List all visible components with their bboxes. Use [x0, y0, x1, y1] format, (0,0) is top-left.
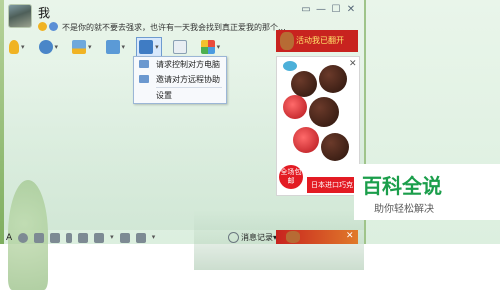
font-icon[interactable]: A — [6, 233, 12, 243]
remote-assist-button[interactable]: ▾ — [136, 37, 162, 57]
clock-icon — [228, 232, 239, 243]
star-icon[interactable] — [38, 22, 47, 31]
chocolate-image — [291, 71, 317, 97]
magic-icon[interactable] — [50, 233, 61, 243]
apps-button[interactable]: ▾ — [198, 37, 224, 57]
scissors-icon[interactable] — [135, 233, 146, 243]
microphone-icon — [9, 40, 19, 54]
contact-signature: 不是你的就不要去强求，也许有一天我会找到真正爱我的那个... — [62, 23, 286, 32]
chevron-down-icon[interactable]: ▾ — [155, 43, 159, 51]
request-control-menu-item[interactable]: 请求控制对方电脑 — [134, 57, 226, 72]
music-icon[interactable] — [119, 233, 130, 243]
remote-desktop-icon — [139, 40, 154, 54]
emoji-icon[interactable] — [18, 233, 29, 243]
settings-menu-item[interactable]: 设置 — [134, 88, 226, 103]
ad-import-label: 日本进口巧克 — [307, 177, 357, 193]
camera-icon — [38, 40, 53, 54]
chocolate-image — [309, 97, 339, 127]
chat-add-icon — [172, 40, 187, 54]
message-history-button[interactable]: 消息记录 ▾ — [228, 232, 277, 243]
watermark: 百科全说 助你轻松解决 — [354, 164, 500, 220]
window-controls: ▭ — ☐ ✕ — [300, 4, 360, 16]
strawberry-image — [293, 127, 319, 153]
send-file-button[interactable]: ▾ — [103, 37, 129, 57]
maximize-button[interactable]: ☐ — [330, 4, 342, 16]
strawberry-image — [283, 95, 307, 119]
free-shipping-badge: 全场包邮 — [279, 165, 303, 189]
chat-window: 我 不是你的就不要去强求，也许有一天我会找到真正爱我的那个... ▭ — ☐ ✕ ▾ … — [0, 0, 500, 290]
person-icon[interactable] — [49, 22, 58, 31]
bear-mascot-icon — [280, 32, 294, 50]
edit-icon[interactable] — [78, 233, 89, 243]
watermark-subtitle: 助你轻松解决 — [374, 204, 434, 215]
chat-toolbar: ▾ ▾ ▾ ▾ ▾ ▾ — [6, 36, 231, 58]
input-toolbar: A ▾ ▾ — [6, 232, 161, 244]
screen-share-button[interactable]: ▾ — [69, 37, 95, 57]
remote-control-icon — [139, 60, 149, 68]
brand-leaf-icon — [283, 61, 297, 71]
contact-nickname: 我 — [38, 6, 51, 20]
chocolate-image — [319, 65, 347, 93]
ad-banner-bottom[interactable]: ✕ — [276, 230, 358, 244]
screen-share-icon — [72, 40, 87, 54]
message-history-label: 消息记录 — [241, 233, 273, 242]
ad-banner-text: 活动我已翻开 — [296, 36, 344, 45]
menu-item-label: 请求控制对方电脑 — [156, 60, 220, 69]
folder-icon — [105, 40, 120, 54]
chevron-down-icon[interactable]: ▾ — [21, 43, 25, 51]
chevron-down-icon[interactable]: ▾ — [55, 43, 59, 51]
microphone-icon[interactable] — [66, 233, 73, 243]
close-button[interactable]: ✕ — [345, 4, 357, 16]
close-icon[interactable]: ✕ — [349, 59, 357, 69]
minimize-button[interactable]: — — [315, 4, 327, 16]
chevron-down-icon[interactable]: ▾ — [88, 43, 92, 51]
image-icon[interactable] — [94, 233, 105, 243]
remote-assist-menu: 请求控制对方电脑 邀请对方远程协助 设置 — [133, 56, 227, 104]
chocolate-image — [321, 133, 349, 161]
chevron-down-icon[interactable]: ▾ — [122, 43, 126, 51]
invite-assist-menu-item[interactable]: 邀请对方远程协助 — [134, 72, 226, 87]
chevron-down-icon[interactable]: ▾ — [110, 233, 114, 243]
avatar[interactable] — [8, 4, 32, 28]
apps-grid-icon — [200, 40, 215, 54]
ad-chocolate-panel[interactable]: ✕ 全场包邮 日本进口巧克 — [276, 56, 360, 196]
bear-mascot-icon — [286, 231, 300, 243]
menu-item-label: 邀请对方远程协助 — [156, 75, 220, 84]
nudge-icon[interactable] — [34, 233, 45, 243]
close-icon[interactable]: ✕ — [346, 231, 354, 241]
chevron-down-icon[interactable]: ▾ — [152, 233, 156, 243]
ad-banner-top[interactable]: 活动我已翻开 — [276, 30, 358, 52]
status-icons — [38, 22, 60, 32]
remote-assist-icon — [139, 75, 149, 83]
menu-item-label: 设置 — [156, 91, 172, 100]
watermark-logo: 百科全说 — [362, 174, 442, 198]
create-group-button[interactable] — [170, 37, 190, 57]
skin-button[interactable]: ▭ — [300, 4, 312, 16]
video-call-button[interactable]: ▾ — [36, 37, 62, 57]
chevron-down-icon[interactable]: ▾ — [217, 43, 221, 51]
voice-call-button[interactable]: ▾ — [6, 37, 28, 57]
